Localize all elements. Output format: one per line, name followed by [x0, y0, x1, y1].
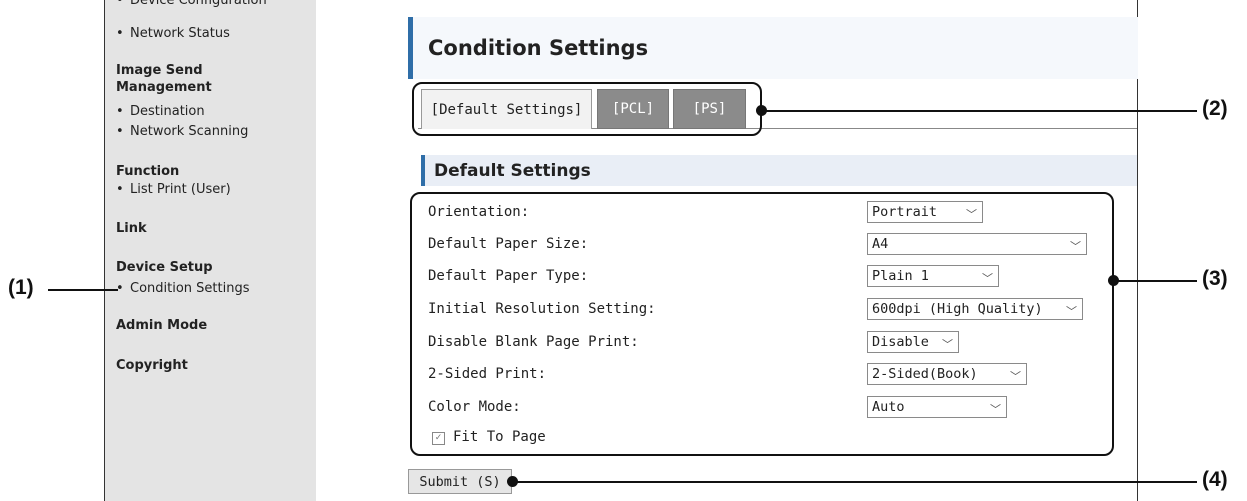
callout-line-3 [1114, 280, 1197, 282]
sidebar-item-device-configuration[interactable]: • Device Configuration [116, 0, 267, 8]
callout-label-4: (4) [1202, 468, 1228, 491]
bullet-icon: • [116, 0, 124, 8]
section-title: Default Settings [434, 161, 591, 181]
bullet-icon: • [116, 104, 124, 119]
bullet-icon: • [116, 26, 124, 41]
bullet-icon: • [116, 281, 124, 296]
bullet-icon: • [116, 124, 124, 139]
sidebar-item-label: Destination [130, 104, 205, 119]
callout-line-2 [762, 110, 1197, 112]
title-accent-bar [408, 17, 413, 79]
callout-label-2: (2) [1202, 97, 1228, 120]
callout-label-1: (1) [8, 276, 34, 299]
sidebar-heading-admin-mode[interactable]: Admin Mode [116, 317, 207, 334]
sidebar-item-list-print[interactable]: • List Print (User) [116, 182, 231, 197]
page-title: Condition Settings [428, 36, 649, 60]
sidebar-item-network-status[interactable]: • Network Status [116, 26, 230, 41]
bullet-icon: • [116, 182, 124, 197]
sidebar-heading-device-setup[interactable]: Device Setup [116, 259, 213, 276]
sidebar-heading-image-send[interactable]: Image Send Management [116, 62, 266, 96]
sidebar-heading-copyright[interactable]: Copyright [116, 357, 188, 374]
sidebar-item-network-scanning[interactable]: • Network Scanning [116, 124, 248, 139]
sidebar-item-destination[interactable]: • Destination [116, 104, 205, 119]
sidebar: • Device Configuration • Network Status Im… [105, 0, 316, 501]
callout-label-3: (3) [1202, 267, 1228, 290]
sidebar-item-label: List Print (User) [130, 182, 231, 197]
sidebar-heading-function[interactable]: Function [116, 163, 179, 180]
callout-line-4 [513, 481, 1197, 483]
sidebar-item-condition-settings[interactable]: • Condition Settings [116, 281, 250, 296]
sidebar-item-label: Network Scanning [130, 124, 249, 139]
sidebar-heading-link[interactable]: Link [116, 220, 147, 237]
section-accent-bar [421, 155, 425, 186]
sidebar-item-label: Condition Settings [130, 281, 250, 296]
callout-box-3 [410, 192, 1114, 456]
callout-box-2 [412, 82, 762, 136]
sidebar-item-label: Device Configuration [130, 0, 267, 8]
sidebar-item-label: Network Status [130, 26, 230, 41]
callout-line-1 [48, 289, 118, 291]
submit-button[interactable]: Submit (S) [408, 469, 512, 494]
